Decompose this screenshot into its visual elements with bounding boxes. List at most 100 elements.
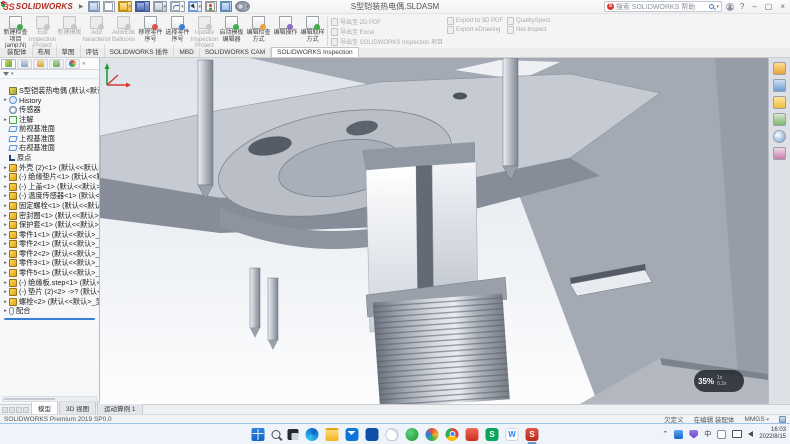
propertymanager-tab[interactable]	[17, 59, 32, 69]
tree-item[interactable]: ▸ 零件1<1> (默认<<默认>_显示状态	[2, 230, 99, 240]
store-icon[interactable]	[366, 428, 379, 441]
browser-wheel-icon[interactable]	[426, 428, 439, 441]
tab-nav-next[interactable]	[16, 407, 22, 413]
ribbon-button[interactable]: Update Inspection Project	[191, 15, 218, 48]
tree-item[interactable]: ▸ 固定螺栓<1> (默认<<默认>_显示状	[2, 201, 99, 211]
home-icon[interactable]	[88, 1, 100, 12]
ribbon-tab[interactable]: 装配体	[2, 45, 33, 57]
select-icon[interactable]: ▾	[188, 1, 203, 12]
expand-arrow-icon[interactable]: ▸	[2, 222, 9, 228]
expand-arrow-icon[interactable]: ▸	[2, 117, 9, 123]
ribbon-button[interactable]: 编辑操作	[272, 15, 299, 48]
ribbon-tab[interactable]: 布局	[33, 45, 57, 57]
task-view-icon[interactable]	[288, 429, 299, 440]
tab-nav-first[interactable]	[2, 407, 8, 413]
expand-arrow-icon[interactable]: ▸	[2, 270, 9, 276]
tray-shield-icon[interactable]	[689, 430, 698, 439]
tag-icon[interactable]	[779, 416, 786, 423]
app-s-icon[interactable]: S	[486, 428, 499, 441]
tree-item[interactable]: ▸ (-) 绝缘板.step<1> (默认<<默认>_	[2, 278, 99, 288]
new-document-icon[interactable]	[103, 1, 115, 12]
ime-keyboard-icon[interactable]	[717, 430, 726, 439]
custom-properties-icon[interactable]	[773, 147, 786, 160]
ribbon-tab[interactable]: SOLIDWORKS CAM	[200, 48, 271, 57]
tree-item[interactable]: ▸ (-) 垫片 (2)<2> ->? (默认<<默认>_	[2, 287, 99, 297]
expand-arrow-icon[interactable]: ▸	[2, 174, 9, 180]
appearances-icon[interactable]	[773, 130, 786, 143]
expand-arrow-icon[interactable]: ▸	[2, 289, 9, 295]
search-caret-icon[interactable]: ▾	[716, 4, 719, 10]
restore-button[interactable]: ▢	[763, 2, 775, 11]
view-palette-icon[interactable]	[773, 113, 786, 126]
ribbon-button[interactable]: Add/Edit Balloons	[110, 15, 137, 48]
search-icon[interactable]	[709, 4, 714, 9]
expand-arrow-icon[interactable]: ▸	[2, 213, 9, 219]
panel-tab-overflow[interactable]: »	[82, 61, 85, 67]
filter-icon[interactable]	[3, 72, 9, 76]
tree-item[interactable]: ▸ 密封圈<1> (默认<<默认>_显示状态	[2, 211, 99, 221]
file-explorer-icon[interactable]	[326, 428, 339, 441]
tree-item[interactable]: ▸ (-) 温度传感器<1> (默认<<默认>_显	[2, 192, 99, 202]
design-library-icon[interactable]	[773, 79, 786, 92]
app-green-icon[interactable]	[406, 428, 419, 441]
ribbon-menu-item[interactable]: 导出至 Excel	[331, 27, 443, 36]
tray-app-icon[interactable]	[674, 430, 683, 439]
expand-arrow-icon[interactable]: ▸	[2, 308, 9, 314]
ribbon-tab[interactable]: 评估	[81, 45, 105, 57]
tree-item[interactable]: ▸ 零件5<1> (默认<<默认>_显示状态	[2, 268, 99, 278]
tree-item[interactable]: 原点	[2, 153, 99, 163]
expand-arrow-icon[interactable]: ▸	[2, 97, 9, 103]
undo-icon[interactable]: ▾	[170, 1, 185, 12]
ribbon-tab[interactable]: 草图	[57, 45, 81, 57]
ribbon-button[interactable]: Edit Inspection Project	[29, 15, 56, 48]
ribbon-tab[interactable]: SOLIDWORKS 插件	[105, 45, 175, 57]
menu-flyout-arrow[interactable]: ▶	[79, 3, 84, 10]
tray-chevron-icon[interactable]: ⌃	[662, 430, 668, 438]
expand-arrow-icon[interactable]: ▸	[2, 184, 9, 190]
tree-root[interactable]: S型铠装热电偶 (默认<默认_显示状态-1>	[2, 86, 99, 96]
start-icon[interactable]	[252, 428, 265, 441]
tree-item[interactable]: ▸ 配合	[2, 307, 99, 317]
ribbon-button[interactable]: 编辑取样方式	[299, 15, 326, 48]
tree-item[interactable]: ▸ 外壳 (2)<1> (默认<<默认>_显示状态	[2, 163, 99, 173]
minimize-button[interactable]: –	[750, 2, 758, 11]
tree-item[interactable]: ▸ (-) 上盖<1> (默认<<默认>_显示状态	[2, 182, 99, 192]
ribbon-menu-item[interactable]: QualitySpect	[507, 17, 550, 25]
ribbon-button[interactable]: 新建模板	[56, 15, 83, 48]
ribbon-menu-item[interactable]: Export to 3D PDF	[447, 17, 503, 25]
tree-item[interactable]: ▸ 零件3<1> (默认<<默认>_显示状态	[2, 259, 99, 269]
tree-horizontal-scrollbar[interactable]	[2, 396, 97, 402]
tree-item[interactable]: ▸ History	[2, 96, 99, 106]
tree-item[interactable]: 上视基准面	[2, 134, 99, 144]
login-user-icon[interactable]	[726, 3, 734, 11]
print-icon[interactable]: ▾	[153, 1, 168, 12]
tree-item[interactable]: ▸ 注解	[2, 115, 99, 125]
tab-nav-last[interactable]	[23, 407, 29, 413]
display-states-icon[interactable]	[205, 1, 217, 12]
app-red-icon[interactable]	[466, 428, 479, 441]
volume-icon[interactable]	[748, 431, 753, 437]
units-selector[interactable]: MMGS ▾	[744, 416, 769, 423]
tree-item[interactable]: ▸ (-) 绝缘垫片<1> (默认<<默认>_显示	[2, 172, 99, 182]
document-tab[interactable]: 3D 视图	[59, 401, 96, 414]
ribbon-button[interactable]: 选择零件序号	[164, 15, 191, 48]
onedrive-icon[interactable]	[386, 428, 399, 441]
options-icon[interactable]: ▾	[235, 1, 250, 12]
featuremanager-tab[interactable]	[1, 59, 16, 69]
resources-icon[interactable]	[773, 62, 786, 75]
open-icon[interactable]: ▾	[118, 1, 133, 12]
expand-arrow-icon[interactable]: ▸	[2, 299, 9, 305]
tree-item[interactable]: ▸ 零件2<1> (默认<<默认>_显示状态	[2, 240, 99, 250]
ribbon-tab[interactable]: SOLIDWORKS Inspection	[271, 47, 359, 57]
graphics-viewport[interactable]: 35% 1x 0.2x	[100, 58, 768, 404]
ribbon-menu-item[interactable]: 导出至 SOLIDWORKS Inspection 项目	[331, 37, 443, 46]
ribbon-button[interactable]: 新建检查项目 (amp;N)	[2, 15, 29, 48]
document-tab[interactable]: 模型	[31, 401, 58, 414]
ribbon-menu-item[interactable]: 导出至 2D PDF	[331, 17, 443, 26]
expand-arrow-icon[interactable]: ▸	[2, 280, 9, 286]
expand-arrow-icon[interactable]: ▸	[2, 260, 9, 266]
view-settings-icon[interactable]	[220, 1, 232, 12]
tree-item[interactable]: 右视基准面	[2, 144, 99, 154]
mail-icon[interactable]	[346, 428, 359, 441]
taskbar-clock[interactable]: 16:03 2022/8/15	[759, 427, 786, 441]
